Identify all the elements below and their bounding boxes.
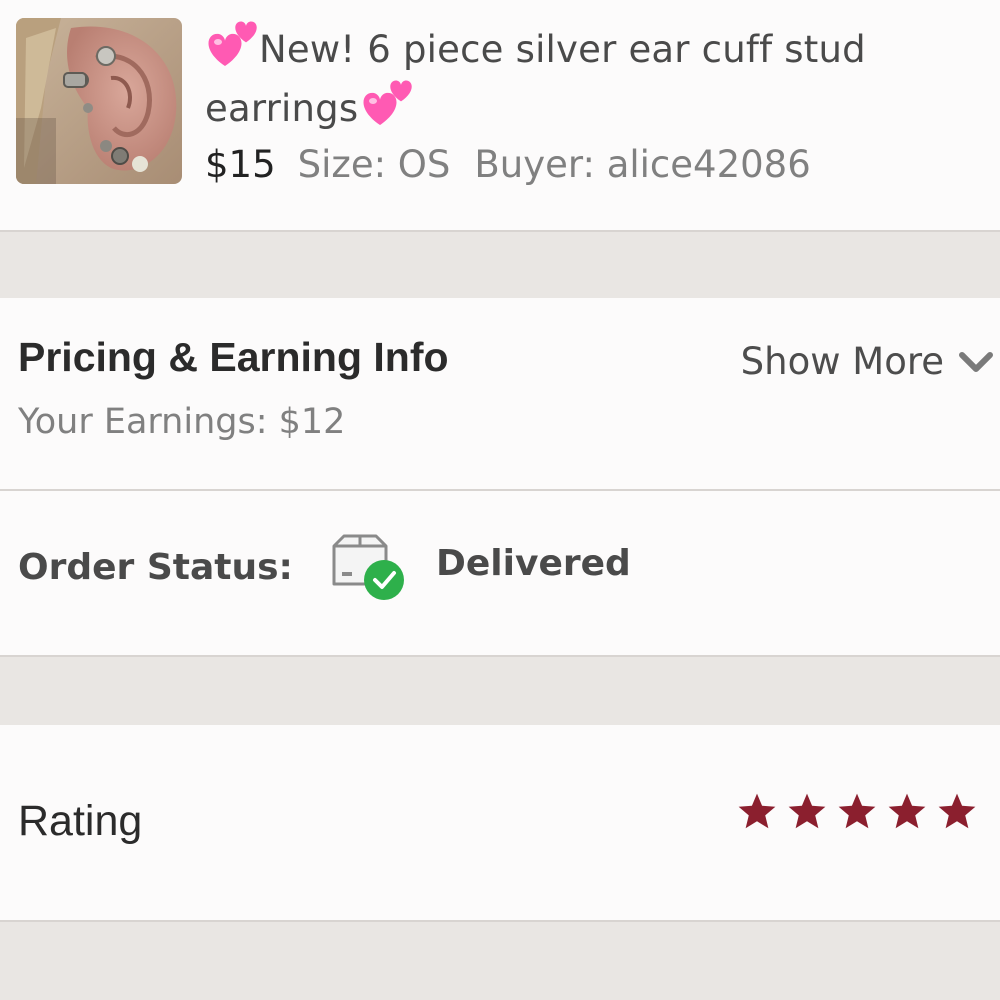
item-size: Size: OS [297,143,451,186]
ear-cuff-photo [16,18,182,184]
item-title-line2: earrings [205,87,359,130]
order-status-section: Order Status: Delivered [0,493,1000,655]
earnings-text: Your Earnings: $12 [18,402,346,442]
item-price: $15 [205,143,276,186]
pricing-title: Pricing & Earning Info [18,334,449,380]
section-divider [0,922,1000,1000]
order-status-value: Delivered [436,543,631,584]
rating-label: Rating [18,797,143,845]
item-thumbnail[interactable] [16,18,182,184]
star-icon[interactable] [936,791,978,833]
order-status-label: Order Status: [18,547,293,588]
star-icon[interactable] [786,791,828,833]
rating-stars[interactable] [736,791,978,833]
section-divider [0,230,1000,298]
item-title[interactable]: New! 6 piece silver ear cuff stud earrin… [205,20,985,138]
star-icon[interactable] [886,791,928,833]
rating-section[interactable]: Rating [0,725,1000,922]
section-divider [0,655,1000,725]
item-summary[interactable]: New! 6 piece silver ear cuff stud earrin… [0,0,1000,230]
star-icon[interactable] [836,791,878,833]
two-hearts-icon [358,79,413,129]
show-more-label: Show More [740,340,944,383]
package-delivered-icon [330,532,410,606]
two-hearts-icon [205,20,259,70]
item-buyer[interactable]: Buyer: alice42086 [474,143,810,186]
pricing-section[interactable]: Pricing & Earning Info Show More Your Ea… [0,298,1000,491]
star-icon[interactable] [736,791,778,833]
item-title-line1: New! 6 piece silver ear cuff stud [259,28,866,71]
show-more-button[interactable]: Show More [741,340,994,383]
chevron-down-icon [959,351,993,372]
order-details-screen: New! 6 piece silver ear cuff stud earrin… [0,0,1000,1000]
item-meta: $15 Size: OS Buyer: alice42086 [205,140,835,190]
